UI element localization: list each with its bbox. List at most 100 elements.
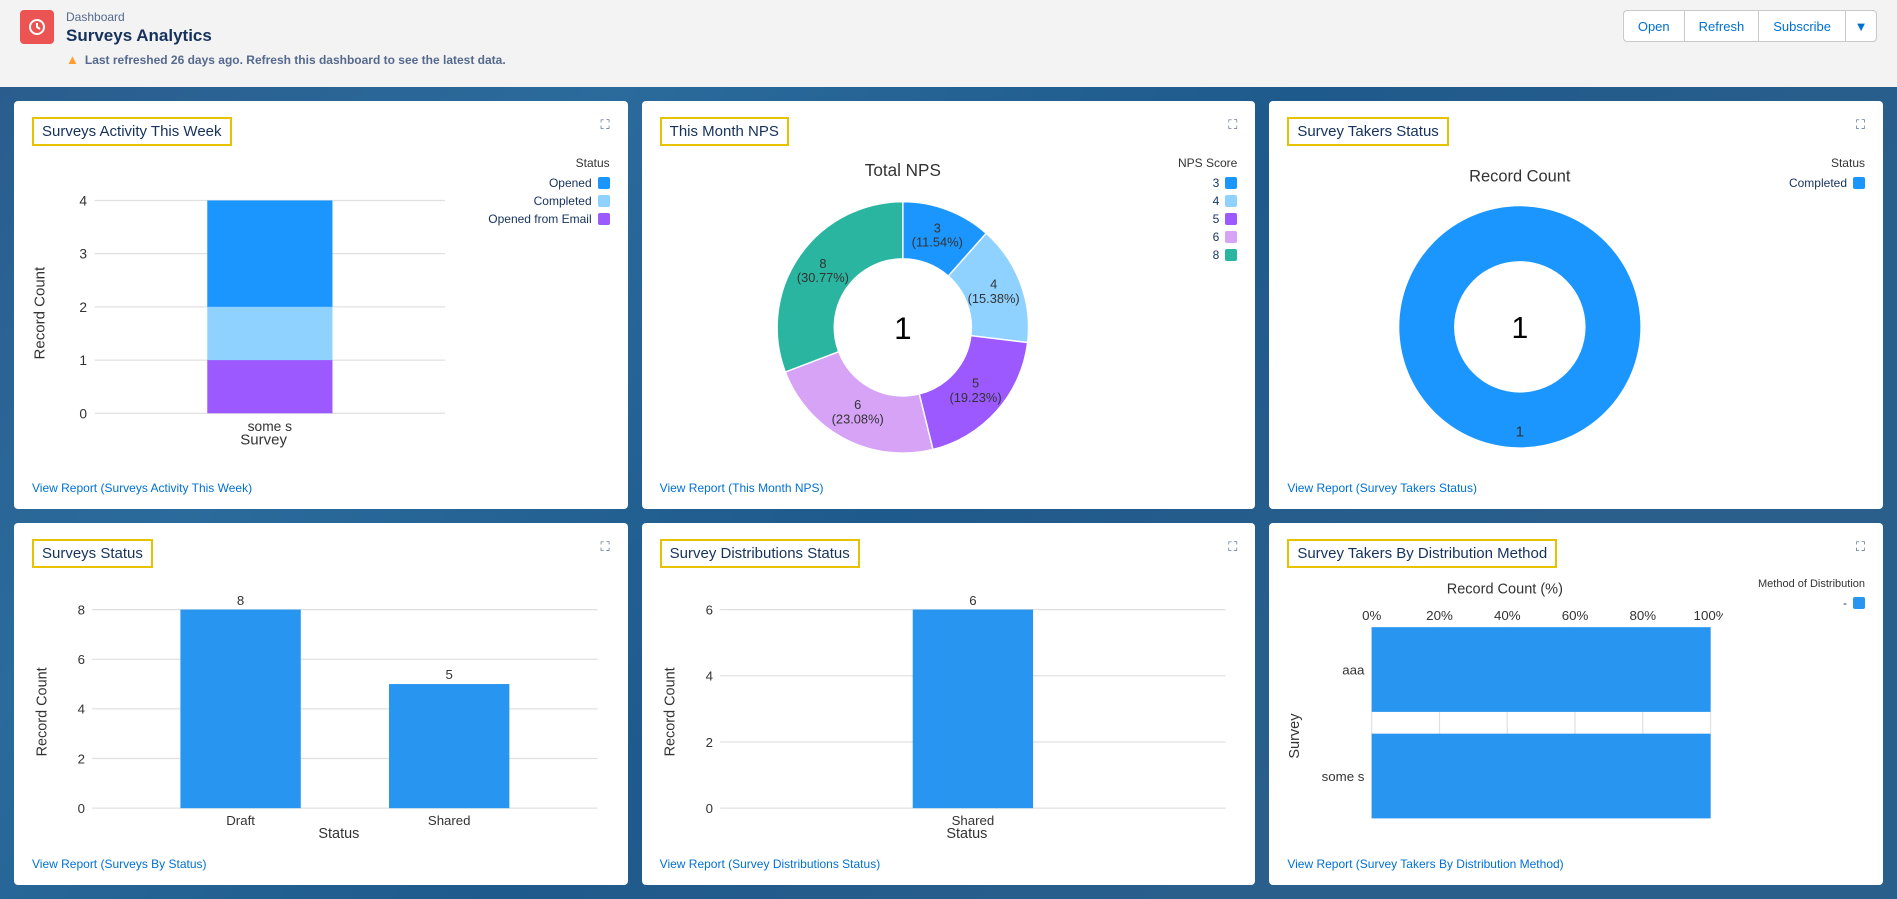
svg-text:2: 2 <box>79 300 87 315</box>
card-title: Surveys Status <box>32 539 153 568</box>
view-report-link[interactable]: View Report (This Month NPS) <box>660 481 824 495</box>
card-title: Survey Takers Status <box>1287 117 1448 146</box>
refresh-warning: ▲ Last refreshed 26 days ago. Refresh th… <box>66 52 506 67</box>
more-actions-button[interactable]: ▼ <box>1845 10 1877 42</box>
legend-swatch <box>1225 213 1237 225</box>
legend: Method of Distribution - <box>1735 578 1865 846</box>
open-button[interactable]: Open <box>1623 10 1684 42</box>
legend-item: Completed <box>1765 176 1865 190</box>
subscribe-button[interactable]: Subscribe <box>1758 10 1845 42</box>
view-report-link[interactable]: View Report (Survey Takers Status) <box>1287 481 1477 495</box>
y-axis-label: Record Count <box>662 668 678 757</box>
expand-icon[interactable]: ⛶ <box>1228 539 1237 555</box>
legend-swatch <box>598 195 610 207</box>
svg-text:0: 0 <box>78 801 85 816</box>
legend-swatch <box>1225 195 1237 207</box>
legend-title: Status <box>1765 156 1865 170</box>
view-report-link[interactable]: View Report (Survey Distributions Status… <box>660 857 881 871</box>
view-report-link[interactable]: View Report (Surveys By Status) <box>32 857 207 871</box>
card-title: Surveys Activity This Week <box>32 117 232 146</box>
expand-icon[interactable]: ⛶ <box>1856 117 1865 133</box>
dashboard-app-icon <box>20 10 54 44</box>
y-axis-label: Record Count <box>32 266 49 359</box>
refresh-button[interactable]: Refresh <box>1684 10 1759 42</box>
warning-icon: ▲ <box>66 52 79 67</box>
svg-text:aaa: aaa <box>1343 663 1366 678</box>
svg-text:(19.23%): (19.23%) <box>949 390 1001 405</box>
card-title: Survey Distributions Status <box>660 539 860 568</box>
svg-text:100%: 100% <box>1694 608 1723 623</box>
x-axis-label: Record Count (%) <box>1447 582 1563 598</box>
svg-text:4: 4 <box>79 193 87 208</box>
chevron-down-icon: ▼ <box>1855 19 1868 34</box>
svg-text:Shared: Shared <box>428 813 471 828</box>
warning-text: Last refreshed 26 days ago. Refresh this… <box>85 53 506 67</box>
chart-nps: Total NPS 3(11.54%)4(15.38%)5(19.23%)6(2… <box>660 156 1146 470</box>
y-axis-label: Record Count <box>34 668 50 757</box>
card-title: Survey Takers By Distribution Method <box>1287 539 1557 568</box>
legend: NPS Score 34568 <box>1157 156 1237 470</box>
svg-text:1: 1 <box>79 353 87 368</box>
legend-item: Completed <box>470 194 610 208</box>
legend-swatch <box>1225 231 1237 243</box>
svg-text:6: 6 <box>705 603 712 618</box>
svg-text:some s: some s <box>1322 769 1365 784</box>
chart-takers-dist: Record Count (%) 0% 20% 40% 60% 80% 100% aaa s… <box>1287 578 1723 846</box>
svg-text:80%: 80% <box>1630 608 1657 623</box>
svg-text:(23.08%): (23.08%) <box>831 411 883 426</box>
chart-surveys-status: Record Count 02468 8Draft5Shared Status <box>32 578 610 846</box>
view-report-link[interactable]: View Report (Survey Takers By Distributi… <box>1287 857 1563 871</box>
card-dist-status: Survey Distributions Status ⛶ Record Cou… <box>642 523 1256 885</box>
legend-item: 8 <box>1157 248 1237 262</box>
svg-text:8: 8 <box>819 256 826 271</box>
legend-item: 5 <box>1157 212 1237 226</box>
svg-text:6: 6 <box>969 593 976 608</box>
svg-text:4: 4 <box>990 277 997 292</box>
svg-text:3: 3 <box>79 247 87 262</box>
svg-text:8: 8 <box>237 593 244 608</box>
svg-text:20%: 20% <box>1427 608 1454 623</box>
legend-swatch <box>598 213 610 225</box>
view-report-link[interactable]: View Report (Surveys Activity This Week) <box>32 481 252 495</box>
svg-text:3: 3 <box>933 220 940 235</box>
card-takers-dist: Survey Takers By Distribution Method ⛶ R… <box>1269 523 1883 885</box>
legend: Status Completed <box>1765 156 1865 470</box>
legend-item: - <box>1735 596 1865 610</box>
svg-text:5: 5 <box>446 667 453 682</box>
legend-item: Opened <box>470 176 610 190</box>
svg-text:8: 8 <box>78 603 85 618</box>
donut-center: 1 <box>1512 312 1529 345</box>
card-nps: This Month NPS ⛶ Total NPS 3(11.54%)4(15… <box>642 101 1256 509</box>
expand-icon[interactable]: ⛶ <box>1856 539 1865 555</box>
header-actions: Open Refresh Subscribe ▼ <box>1623 10 1877 42</box>
dashboard-header: Dashboard Surveys Analytics ▲ Last refre… <box>0 0 1897 87</box>
card-takers-status: Survey Takers Status ⛶ Record Count 1 1 … <box>1269 101 1883 509</box>
svg-text:4: 4 <box>705 669 712 684</box>
svg-text:40%: 40% <box>1494 608 1521 623</box>
svg-text:Draft: Draft <box>226 813 255 828</box>
x-axis-label: Status <box>318 826 359 842</box>
legend-item: 6 <box>1157 230 1237 244</box>
svg-text:2: 2 <box>78 752 85 767</box>
svg-text:0%: 0% <box>1362 608 1381 623</box>
breadcrumb: Dashboard <box>66 10 506 24</box>
donut-outer-label: 1 <box>1516 423 1524 440</box>
expand-icon[interactable]: ⛶ <box>601 539 610 555</box>
svg-text:4: 4 <box>78 702 85 717</box>
svg-text:5: 5 <box>972 376 979 391</box>
expand-icon[interactable]: ⛶ <box>601 117 610 133</box>
legend-title: Status <box>470 156 610 170</box>
legend-title: NPS Score <box>1157 156 1237 170</box>
svg-text:60%: 60% <box>1562 608 1589 623</box>
svg-text:(30.77%): (30.77%) <box>796 270 848 285</box>
legend-item: 3 <box>1157 176 1237 190</box>
legend-swatch <box>1853 177 1865 189</box>
y-axis-label: Survey <box>1287 713 1303 759</box>
card-title: This Month NPS <box>660 117 789 146</box>
svg-text:2: 2 <box>705 735 712 750</box>
svg-text:6: 6 <box>854 397 861 412</box>
expand-icon[interactable]: ⛶ <box>1228 117 1237 133</box>
legend-title: Method of Distribution <box>1735 578 1865 590</box>
legend-swatch <box>598 177 610 189</box>
page-title: Surveys Analytics <box>66 26 506 46</box>
